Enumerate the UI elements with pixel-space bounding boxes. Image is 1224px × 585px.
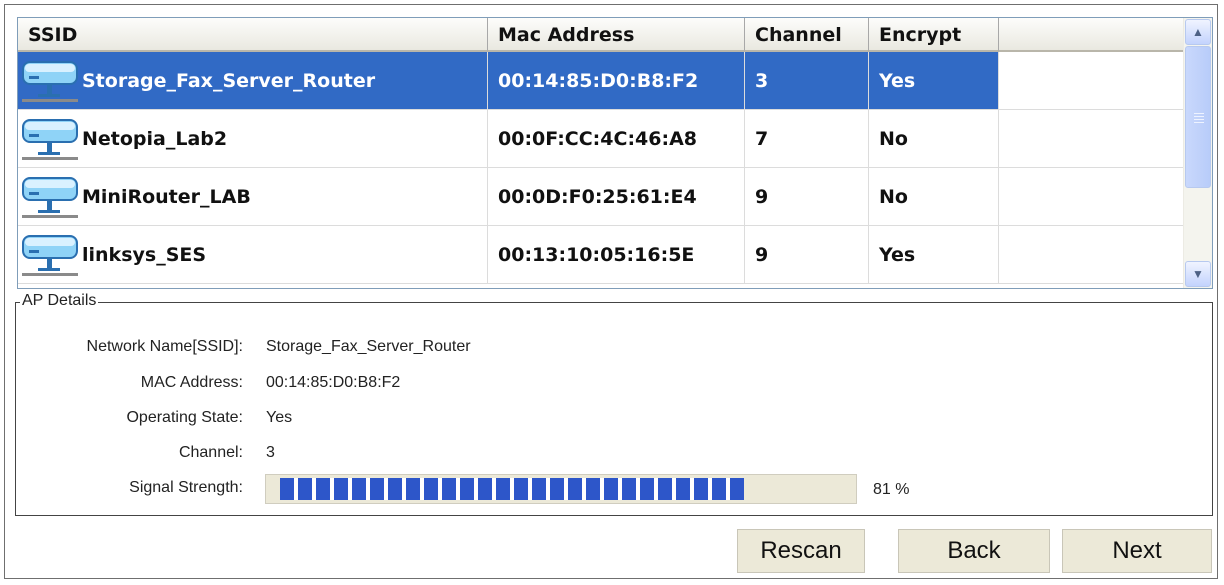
- ap-row[interactable]: linksys_SES 00:13:10:05:16:5E 9 Yes: [18, 226, 1184, 284]
- chevron-down-icon: ▼: [1192, 267, 1204, 281]
- column-header-ssid[interactable]: SSID: [18, 18, 488, 52]
- wireless-router-icon: [22, 234, 78, 276]
- ap-ssid-text: MiniRouter_LAB: [82, 185, 251, 208]
- ap-details-legend: AP Details: [20, 292, 99, 310]
- ap-empty-cell: [999, 110, 1184, 168]
- ap-ssid-cell: linksys_SES: [18, 226, 488, 284]
- ap-channel-cell: 3: [745, 52, 869, 110]
- thumb-grip-line: [1194, 122, 1204, 123]
- column-header-row: SSID Mac Address Channel Encrypt: [18, 18, 1184, 52]
- back-button[interactable]: Back: [898, 529, 1050, 573]
- signal-strength-percent: 81 %: [873, 481, 910, 498]
- thumb-grip-line: [1194, 116, 1204, 117]
- rescan-button[interactable]: Rescan: [737, 529, 865, 573]
- ap-ssid-text: linksys_SES: [82, 243, 207, 266]
- ap-list[interactable]: SSID Mac Address Channel Encrypt Storage…: [17, 17, 1213, 289]
- ap-mac-cell: 00:0F:CC:4C:46:A8: [488, 110, 745, 168]
- ap-encrypt-cell: No: [869, 110, 999, 168]
- ap-row[interactable]: Storage_Fax_Server_Router 00:14:85:D0:B8…: [18, 52, 1184, 110]
- column-header-channel[interactable]: Channel: [745, 18, 869, 52]
- scroll-thumb[interactable]: [1185, 46, 1211, 188]
- ap-channel-cell: 9: [745, 226, 869, 284]
- ap-mac-cell: 00:14:85:D0:B8:F2: [488, 52, 745, 110]
- ap-empty-cell: [999, 226, 1184, 284]
- column-header-encrypt[interactable]: Encrypt: [869, 18, 999, 52]
- channel-value: 3: [266, 444, 275, 461]
- ap-encrypt-cell: Yes: [869, 226, 999, 284]
- network-name-label: Network Name[SSID]:: [86, 338, 243, 355]
- ap-ssid-cell: MiniRouter_LAB: [18, 168, 488, 226]
- thumb-grip-line: [1194, 113, 1204, 114]
- column-header-empty[interactable]: [999, 18, 1184, 52]
- ap-mac-cell: 00:0D:F0:25:61:E4: [488, 168, 745, 226]
- scroll-down-button[interactable]: ▼: [1185, 261, 1211, 287]
- ap-encrypt-cell: Yes: [869, 52, 999, 110]
- thumb-grip-line: [1194, 119, 1204, 120]
- ap-ssid-cell: Netopia_Lab2: [18, 110, 488, 168]
- vertical-scrollbar[interactable]: ▲ ▼: [1183, 18, 1212, 288]
- column-header-mac-address[interactable]: Mac Address: [488, 18, 745, 52]
- ap-channel-cell: 9: [745, 168, 869, 226]
- ap-ssid-text: Storage_Fax_Server_Router: [82, 69, 376, 92]
- ap-ssid-cell: Storage_Fax_Server_Router: [18, 52, 488, 110]
- ap-encrypt-cell: No: [869, 168, 999, 226]
- next-button[interactable]: Next: [1062, 529, 1212, 573]
- wireless-router-icon: [22, 118, 78, 160]
- scroll-up-button[interactable]: ▲: [1185, 19, 1211, 45]
- wireless-router-icon: [22, 60, 78, 102]
- ap-rows: Storage_Fax_Server_Router 00:14:85:D0:B8…: [18, 52, 1184, 284]
- signal-strength-label: Signal Strength:: [129, 479, 243, 496]
- signal-strength-bar: [265, 474, 857, 504]
- operating-state-value: Yes: [266, 409, 293, 426]
- ap-empty-cell: [999, 52, 1184, 110]
- ap-empty-cell: [999, 168, 1184, 226]
- ap-mac-cell: 00:13:10:05:16:5E: [488, 226, 745, 284]
- ap-row[interactable]: Netopia_Lab2 00:0F:CC:4C:46:A8 7 No: [18, 110, 1184, 168]
- mac-address-value: 00:14:85:D0:B8:F2: [266, 374, 401, 391]
- channel-label: Channel:: [178, 444, 243, 461]
- network-name-value: Storage_Fax_Server_Router: [266, 338, 471, 355]
- ap-channel-cell: 7: [745, 110, 869, 168]
- chevron-up-icon: ▲: [1192, 25, 1204, 39]
- ap-ssid-text: Netopia_Lab2: [82, 127, 228, 150]
- wireless-router-icon: [22, 176, 78, 218]
- ap-row[interactable]: MiniRouter_LAB 00:0D:F0:25:61:E4 9 No: [18, 168, 1184, 226]
- signal-strength-fill: [280, 478, 744, 500]
- mac-address-label: MAC Address:: [140, 374, 243, 391]
- operating-state-label: Operating State:: [126, 409, 243, 426]
